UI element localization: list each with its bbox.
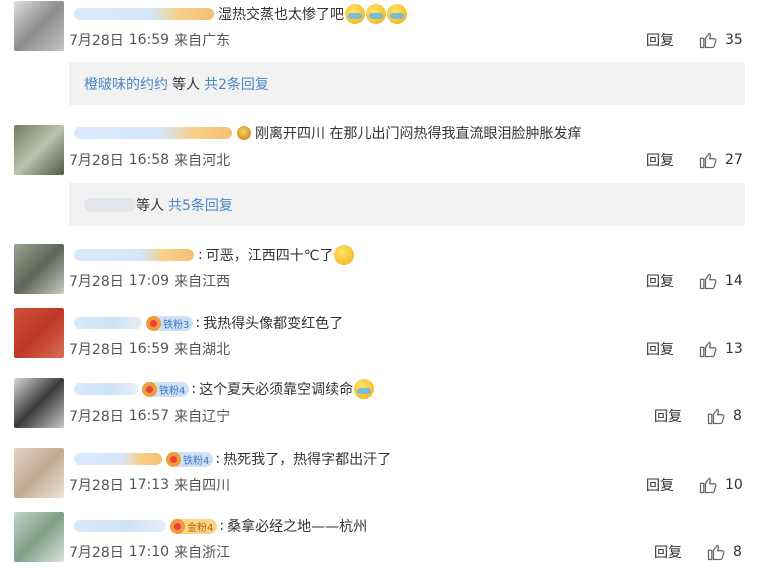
username[interactable]	[74, 317, 142, 329]
thumbs-up-icon	[699, 273, 717, 290]
avatar[interactable]	[14, 1, 64, 51]
thumbs-up-icon	[707, 408, 725, 425]
reply-username[interactable]: 橙啵味的约约	[84, 74, 168, 94]
like-count: 8	[733, 408, 742, 424]
comment-date: 7月28日	[69, 342, 124, 358]
fan-badge-label: 铁粉4	[183, 455, 210, 467]
comment-time: 16:57	[128, 408, 170, 424]
comment-text: 桑拿必经之地——杭州	[227, 519, 368, 535]
heart-icon	[170, 518, 185, 534]
comment-date: 7月28日	[69, 153, 124, 169]
comment-time: 16:59	[128, 32, 170, 48]
thumbs-up-icon	[699, 152, 717, 169]
crying-face-emoji-icon	[387, 4, 407, 24]
comment-text: 热死我了，热得字都出汗了	[223, 452, 392, 468]
comment-time: 17:09	[128, 273, 170, 289]
fan-badge-label: 铁粉3	[163, 319, 190, 331]
reply-preview[interactable]: 等人 共5条回复	[69, 183, 745, 226]
comment-location: 来自广东	[174, 33, 231, 49]
reply-preview[interactable]: 橙啵味的约约 等人 共2条回复	[69, 62, 745, 105]
avatar[interactable]	[14, 512, 64, 562]
comment-date: 7月28日	[69, 274, 124, 290]
avatar[interactable]	[14, 244, 64, 294]
thumbs-up-icon	[707, 544, 725, 561]
thumbs-up-icon	[699, 341, 717, 358]
avatar[interactable]	[14, 448, 64, 498]
comment-date: 7月28日	[69, 33, 124, 49]
comment-text: 这个夏天必须靠空调续命	[199, 382, 354, 398]
comment-time: 17:13	[128, 477, 170, 493]
like-count: 14	[725, 273, 743, 289]
avatar[interactable]	[14, 308, 64, 358]
comment-location: 来自江西	[174, 274, 231, 290]
comment-location: 来自辽宁	[174, 409, 231, 425]
comment-location: 来自四川	[174, 478, 231, 494]
comment-location: 来自河北	[174, 153, 231, 169]
comment-date: 7月28日	[69, 478, 124, 494]
fan-badge: 铁粉3	[146, 315, 194, 331]
comment-date: 7月28日	[69, 409, 124, 425]
like-button[interactable]: 10	[698, 475, 743, 495]
reply-button[interactable]: 回复	[646, 150, 674, 170]
reply-button[interactable]: 回复	[646, 475, 674, 495]
like-button[interactable]: 35	[698, 30, 743, 50]
hot-face-emoji-icon	[334, 245, 355, 265]
fan-badge: 铁粉4	[142, 381, 190, 397]
like-button[interactable]: 8	[706, 406, 742, 426]
like-button[interactable]: 14	[698, 271, 743, 291]
heart-icon	[142, 381, 157, 397]
reply-button[interactable]: 回复	[654, 542, 682, 562]
like-count: 10	[725, 477, 743, 493]
angry-face-emoji-icon	[237, 126, 251, 140]
fan-badge: 铁粉4	[166, 451, 214, 467]
reply-username[interactable]	[84, 197, 136, 212]
username[interactable]	[74, 520, 166, 532]
avatar[interactable]	[14, 125, 64, 175]
reply-count-link[interactable]: 共2条回复	[204, 74, 269, 94]
reply-deng: 等人	[172, 76, 200, 93]
comment-text: 刚离开四川 在那儿出门闷热得我直流眼泪脸肿胀发痒	[255, 126, 582, 142]
like-button[interactable]: 8	[706, 542, 742, 562]
comment-location: 来自湖北	[174, 342, 231, 358]
comment-time: 16:59	[128, 341, 170, 357]
crying-face-emoji-icon	[354, 379, 375, 399]
comment-text: 我热得头像都变红色了	[203, 316, 344, 332]
crying-face-emoji-icon	[366, 4, 386, 24]
like-count: 27	[725, 152, 743, 168]
reply-button[interactable]: 回复	[646, 339, 674, 359]
username[interactable]	[74, 127, 232, 139]
thumbs-up-icon	[699, 32, 717, 49]
comment-text: 可恶，江西四十℃了	[205, 248, 334, 264]
comment-time: 16:58	[128, 152, 170, 168]
crying-face-emoji-icon	[345, 4, 365, 24]
avatar[interactable]	[14, 378, 64, 428]
comment-time: 17:10	[128, 544, 170, 560]
username[interactable]	[74, 453, 162, 465]
comment-location: 来自浙江	[174, 545, 231, 561]
reply-button[interactable]: 回复	[646, 30, 674, 50]
like-count: 35	[725, 32, 743, 48]
like-button[interactable]: 13	[698, 339, 743, 359]
like-count: 8	[733, 544, 742, 560]
username[interactable]	[74, 383, 138, 395]
reply-count-link[interactable]: 共5条回复	[168, 195, 233, 215]
username[interactable]	[74, 249, 194, 261]
reply-button[interactable]: 回复	[646, 271, 674, 291]
fan-badge-label: 铁粉4	[159, 385, 186, 397]
thumbs-up-icon	[699, 477, 717, 494]
reply-button[interactable]: 回复	[654, 406, 682, 426]
fan-badge-label: 金粉4	[187, 522, 214, 534]
like-button[interactable]: 27	[698, 150, 743, 170]
fan-badge: 金粉4	[170, 518, 218, 534]
heart-icon	[166, 451, 181, 467]
heart-icon	[146, 315, 161, 331]
reply-deng: 等人	[136, 197, 164, 214]
comment-text: 湿热交蒸也太惨了吧	[218, 7, 344, 23]
comment-date: 7月28日	[69, 545, 124, 561]
username[interactable]	[74, 8, 214, 20]
like-count: 13	[725, 341, 743, 357]
